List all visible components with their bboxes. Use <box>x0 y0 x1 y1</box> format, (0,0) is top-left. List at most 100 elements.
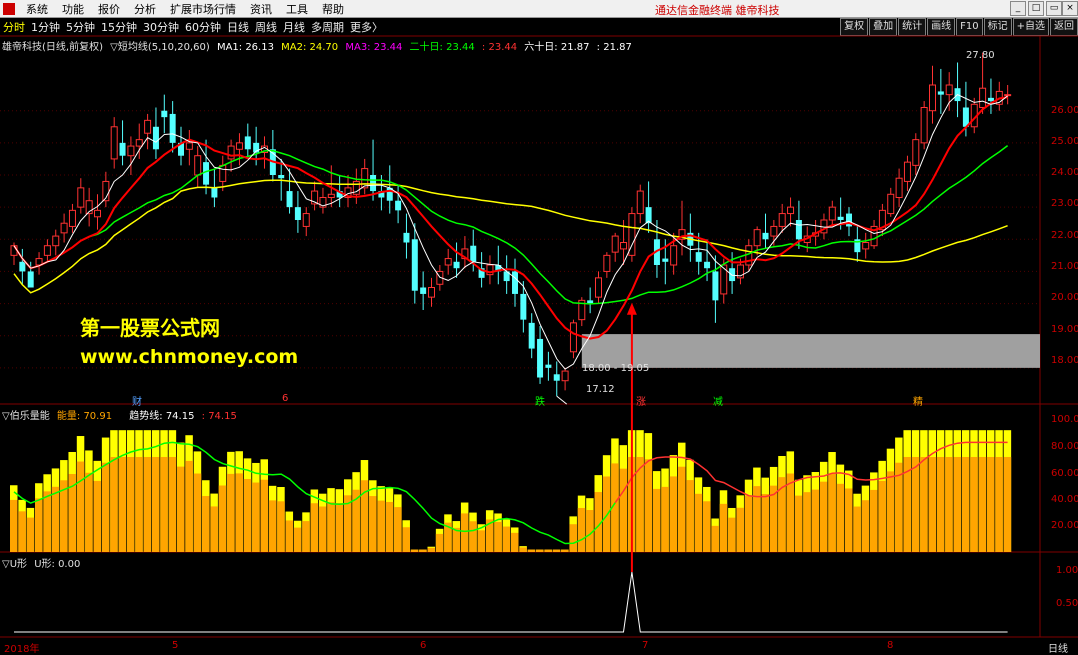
energy-bar <box>435 533 444 552</box>
energy-bar <box>619 468 628 552</box>
energy-bar <box>519 547 527 552</box>
sub1-label-80: 80.00 <box>1051 441 1078 452</box>
candle-body <box>778 213 786 227</box>
candle-body <box>887 193 895 215</box>
candle-body <box>520 293 527 320</box>
energy-bar <box>652 488 661 552</box>
price-label-24: 24.00 <box>1051 167 1078 178</box>
candle-body <box>795 220 802 240</box>
candle-body <box>395 200 402 211</box>
candle-body <box>470 245 477 262</box>
candle-body <box>235 142 243 150</box>
energy-bar <box>828 474 836 552</box>
energy-bar <box>661 486 669 552</box>
price-label-25: 25.00 <box>1051 136 1078 147</box>
sub2-name[interactable]: ▽U形 <box>2 559 27 570</box>
high-price-label: 27.80 <box>966 50 995 61</box>
candle-body <box>603 254 611 272</box>
energy-bar <box>945 456 953 552</box>
candle-body <box>979 87 987 109</box>
energy-bar <box>168 456 177 552</box>
date-label-2018: 2018年 <box>4 644 40 655</box>
energy-bar <box>193 473 202 552</box>
candle-body <box>428 287 435 298</box>
ma20-line <box>13 145 1009 305</box>
candle-body <box>244 136 251 150</box>
candle-body <box>595 277 602 298</box>
candle-body <box>119 142 126 156</box>
price-label-18: 18.00 <box>1051 355 1078 366</box>
energy-bar <box>302 521 310 552</box>
period-indicator[interactable]: 日线 <box>1048 640 1068 655</box>
candle-body <box>211 187 218 198</box>
candle-body <box>787 206 795 215</box>
candle-body <box>219 164 227 182</box>
energy-bar <box>268 500 277 552</box>
energy-bar <box>118 456 127 552</box>
price-label-26: 26.00 <box>1051 105 1078 116</box>
candle-body <box>52 235 60 247</box>
energy-bar <box>177 466 185 552</box>
candle-body <box>545 364 552 368</box>
energy-bar <box>719 503 728 552</box>
candle-body <box>135 139 143 147</box>
energy-bar <box>51 486 60 552</box>
energy-bar <box>93 480 101 552</box>
energy-bar <box>185 460 193 552</box>
u-shape-line <box>14 571 1008 633</box>
marker-reduce[interactable]: 减 <box>713 393 723 408</box>
energy-bar <box>569 524 577 552</box>
signal-arrow-head-icon <box>626 302 637 315</box>
energy-bar <box>736 507 744 552</box>
candle-body <box>670 245 678 266</box>
watermark-url: www.chnmoney.com <box>80 346 299 368</box>
sub1-legend: ▽伯乐量能 能量: 70.91 趋势线: 74.15 : 74.15 <box>2 407 241 422</box>
candle-body <box>945 84 953 96</box>
energy-bars <box>10 430 1012 552</box>
candle-body <box>278 175 285 179</box>
energy-bar <box>819 481 828 552</box>
candle-body <box>620 242 628 250</box>
sub1-label-20: 20.00 <box>1051 520 1078 531</box>
energy-bar <box>669 476 678 552</box>
candle-body <box>704 261 711 269</box>
energy-bar <box>18 511 26 552</box>
price-label-21: 21.00 <box>1051 261 1078 272</box>
low-price-label: 17.12 <box>586 384 615 395</box>
energy-bar <box>995 456 1003 552</box>
energy-bar <box>728 517 736 552</box>
energy-bar <box>544 549 552 552</box>
candle-body <box>327 193 335 199</box>
marker-finance[interactable]: 财 <box>132 393 142 408</box>
candle-body <box>569 322 577 353</box>
candle-body <box>370 175 377 192</box>
marker-6[interactable]: 6 <box>282 393 288 404</box>
candle-body <box>169 113 176 143</box>
candle-body <box>77 187 85 208</box>
candle-body <box>753 229 761 247</box>
candle-body <box>27 271 34 288</box>
energy-bar <box>369 496 377 552</box>
candle-body <box>512 271 518 294</box>
candle-body <box>929 84 936 112</box>
energy-bar <box>227 473 235 552</box>
energy-bar <box>101 462 110 552</box>
energy-bar <box>936 456 945 552</box>
energy-bar <box>803 492 811 552</box>
candle-body <box>19 261 26 272</box>
energy-bar <box>494 521 502 552</box>
candle-body <box>194 155 202 176</box>
energy-bar <box>527 549 536 552</box>
date-label-jul: 7 <box>642 640 649 651</box>
energy-bar <box>235 473 243 552</box>
sub1-energy: 能量: 70.91 <box>56 411 113 422</box>
marker-refined[interactable]: 精 <box>913 393 923 408</box>
candle-body <box>227 145 235 160</box>
price-zone-rect <box>581 334 1040 368</box>
sub1-name[interactable]: ▽伯乐量能 <box>2 411 50 422</box>
marker-rise[interactable]: 涨 <box>636 393 646 408</box>
marker-fall[interactable]: 跌 <box>535 393 545 408</box>
candle-body <box>144 119 152 134</box>
energy-bar <box>327 502 335 552</box>
candle-body <box>837 216 844 220</box>
